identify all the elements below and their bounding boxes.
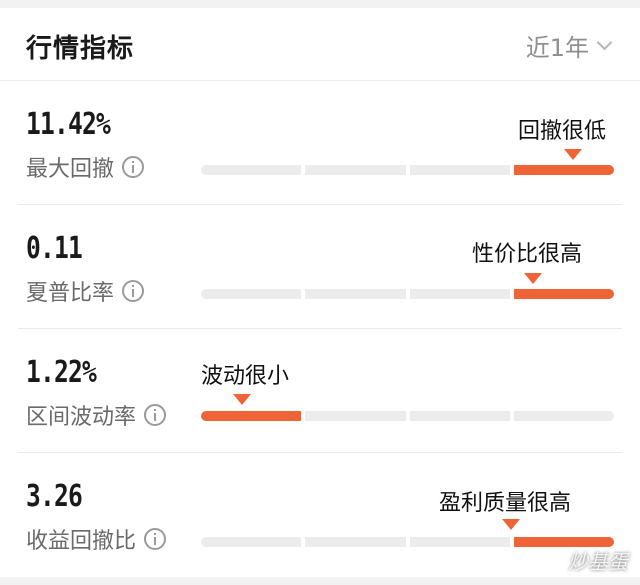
rating-bar-segment xyxy=(513,411,614,421)
metric-label[interactable]: 区间波动率 xyxy=(26,399,167,431)
rating-bar xyxy=(201,289,614,299)
rating-bar-segment xyxy=(201,411,302,421)
rating-bar-segment xyxy=(409,411,510,421)
info-icon[interactable] xyxy=(122,280,145,302)
metric-label[interactable]: 最大回撤 xyxy=(26,151,145,183)
metric-row-volatility: 1.22% 区间波动率 波动很小 xyxy=(18,329,622,453)
metric-label-text: 夏普比率 xyxy=(26,281,115,306)
metric-label[interactable]: 收益回撤比 xyxy=(26,523,167,555)
metric-row-max-drawdown: 11.42% 最大回撤 回撤很低 xyxy=(18,81,622,205)
rating-bar-segment xyxy=(409,289,510,299)
rating-bar-segment xyxy=(201,537,302,547)
rating-bar-segment xyxy=(305,411,406,421)
rating-bar-segment xyxy=(409,537,510,547)
info-icon[interactable] xyxy=(122,156,145,178)
time-range-selector[interactable]: 近1年 xyxy=(525,28,613,63)
metric-value: 0.11 xyxy=(26,231,83,266)
rating-bar-segment xyxy=(513,165,614,175)
metric-row-return-drawdown-ratio: 3.26 收益回撤比 盈利质量很高 xyxy=(18,453,622,576)
rating-bar xyxy=(201,165,614,175)
rating-marker xyxy=(524,273,542,284)
card-title: 行情指标 xyxy=(26,34,135,64)
watermark: 炒基蛋 xyxy=(568,550,628,574)
rating-bar xyxy=(201,411,614,421)
chevron-down-icon xyxy=(596,34,613,51)
metric-value: 11.42% xyxy=(26,107,111,142)
rating-marker xyxy=(564,149,582,160)
metric-label[interactable]: 夏普比率 xyxy=(26,275,145,307)
rating-marker xyxy=(502,519,520,530)
rating-bar-segment xyxy=(305,165,406,175)
rating-bar-segment xyxy=(201,165,302,175)
time-range-label: 近1年 xyxy=(525,34,589,62)
rating-bar-segment xyxy=(201,289,302,299)
rating-marker xyxy=(233,394,251,405)
rating-text: 盈利质量很高 xyxy=(439,491,572,516)
rating-bar-segment xyxy=(409,165,510,175)
card-header: 行情指标 近1年 xyxy=(0,8,640,81)
metric-label-text: 收益回撤比 xyxy=(26,529,137,554)
info-icon[interactable] xyxy=(144,404,167,426)
rating-bar xyxy=(201,537,614,547)
market-indicators-card: 行情指标 近1年 11.42% 最大回撤 回撤很低 0.11 夏普比率 性价比很… xyxy=(0,8,640,577)
rating-text: 性价比很高 xyxy=(472,242,583,267)
metric-label-text: 最大回撤 xyxy=(26,157,115,182)
metric-value: 1.22% xyxy=(26,355,97,390)
metric-label-text: 区间波动率 xyxy=(26,405,137,430)
rating-text: 波动很小 xyxy=(201,364,290,389)
rating-bar-segment xyxy=(305,537,406,547)
info-icon[interactable] xyxy=(144,528,167,550)
rating-bar-segment xyxy=(513,289,614,299)
rating-text: 回撤很低 xyxy=(518,119,607,144)
metric-row-sharpe-ratio: 0.11 夏普比率 性价比很高 xyxy=(18,205,622,329)
metric-value: 3.26 xyxy=(26,479,83,514)
rating-bar-segment xyxy=(305,289,406,299)
